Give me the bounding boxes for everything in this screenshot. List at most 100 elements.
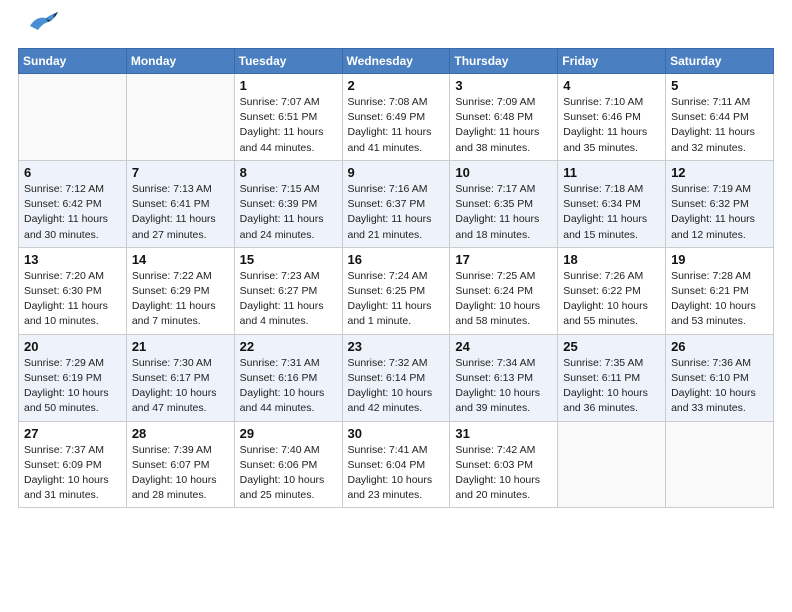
day-number: 29 <box>240 426 337 441</box>
day-info: Sunrise: 7:39 AM Sunset: 6:07 PM Dayligh… <box>132 443 229 504</box>
calendar-cell: 6 Sunrise: 7:12 AM Sunset: 6:42 PM Daylig… <box>19 160 127 247</box>
weekday-header: Friday <box>558 49 666 74</box>
weekday-header: Sunday <box>19 49 127 74</box>
day-info: Sunrise: 7:18 AM Sunset: 6:34 PM Dayligh… <box>563 182 660 243</box>
day-info: Sunrise: 7:30 AM Sunset: 6:17 PM Dayligh… <box>132 356 229 417</box>
day-info: Sunrise: 7:13 AM Sunset: 6:41 PM Dayligh… <box>132 182 229 243</box>
calendar-cell: 16 Sunrise: 7:24 AM Sunset: 6:25 PM Dayli… <box>342 247 450 334</box>
day-number: 5 <box>671 78 768 93</box>
calendar-cell: 30 Sunrise: 7:41 AM Sunset: 6:04 PM Dayli… <box>342 421 450 508</box>
calendar-cell: 25 Sunrise: 7:35 AM Sunset: 6:11 PM Dayli… <box>558 334 666 421</box>
day-info: Sunrise: 7:12 AM Sunset: 6:42 PM Dayligh… <box>24 182 121 243</box>
day-info: Sunrise: 7:35 AM Sunset: 6:11 PM Dayligh… <box>563 356 660 417</box>
day-number: 25 <box>563 339 660 354</box>
calendar-cell: 9 Sunrise: 7:16 AM Sunset: 6:37 PM Daylig… <box>342 160 450 247</box>
calendar-cell: 23 Sunrise: 7:32 AM Sunset: 6:14 PM Dayli… <box>342 334 450 421</box>
day-info: Sunrise: 7:25 AM Sunset: 6:24 PM Dayligh… <box>455 269 552 330</box>
day-number: 26 <box>671 339 768 354</box>
page: SundayMondayTuesdayWednesdayThursdayFrid… <box>0 0 792 518</box>
day-info: Sunrise: 7:29 AM Sunset: 6:19 PM Dayligh… <box>24 356 121 417</box>
day-info: Sunrise: 7:23 AM Sunset: 6:27 PM Dayligh… <box>240 269 337 330</box>
calendar-cell: 22Sunrise: 7:31 AM Sunset: 6:16 PM Dayli… <box>234 334 342 421</box>
day-number: 9 <box>348 165 445 180</box>
day-number: 15 <box>240 252 337 267</box>
day-number: 14 <box>132 252 229 267</box>
calendar-cell: 10 Sunrise: 7:17 AM Sunset: 6:35 PM Dayli… <box>450 160 558 247</box>
calendar-cell: 28 Sunrise: 7:39 AM Sunset: 6:07 PM Dayli… <box>126 421 234 508</box>
day-info: Sunrise: 7:26 AM Sunset: 6:22 PM Dayligh… <box>563 269 660 330</box>
calendar-cell: 1 Sunrise: 7:07 AM Sunset: 6:51 PM Daylig… <box>234 74 342 161</box>
calendar-cell: 26 Sunrise: 7:36 AM Sunset: 6:10 PM Dayli… <box>666 334 774 421</box>
day-number: 24 <box>455 339 552 354</box>
weekday-header: Tuesday <box>234 49 342 74</box>
weekday-row: SundayMondayTuesdayWednesdayThursdayFrid… <box>19 49 774 74</box>
day-number: 7 <box>132 165 229 180</box>
day-number: 13 <box>24 252 121 267</box>
day-info: Sunrise: 7:36 AM Sunset: 6:10 PM Dayligh… <box>671 356 768 417</box>
calendar-cell: 4 Sunrise: 7:10 AM Sunset: 6:46 PM Daylig… <box>558 74 666 161</box>
calendar-table: SundayMondayTuesdayWednesdayThursdayFrid… <box>18 48 774 508</box>
calendar-cell <box>19 74 127 161</box>
calendar-cell: 2Sunrise: 7:08 AM Sunset: 6:49 PM Daylig… <box>342 74 450 161</box>
calendar-cell: 31 Sunrise: 7:42 AM Sunset: 6:03 PM Dayli… <box>450 421 558 508</box>
day-number: 16 <box>348 252 445 267</box>
day-info: Sunrise: 7:19 AM Sunset: 6:32 PM Dayligh… <box>671 182 768 243</box>
day-info: Sunrise: 7:17 AM Sunset: 6:35 PM Dayligh… <box>455 182 552 243</box>
calendar-cell <box>666 421 774 508</box>
day-number: 10 <box>455 165 552 180</box>
day-info: Sunrise: 7:37 AM Sunset: 6:09 PM Dayligh… <box>24 443 121 504</box>
day-info: Sunrise: 7:10 AM Sunset: 6:46 PM Dayligh… <box>563 95 660 156</box>
day-info: Sunrise: 7:41 AM Sunset: 6:04 PM Dayligh… <box>348 443 445 504</box>
calendar-cell: 3 Sunrise: 7:09 AM Sunset: 6:48 PM Daylig… <box>450 74 558 161</box>
day-info: Sunrise: 7:11 AM Sunset: 6:44 PM Dayligh… <box>671 95 768 156</box>
weekday-header: Saturday <box>666 49 774 74</box>
logo <box>18 18 58 36</box>
calendar-cell: 7 Sunrise: 7:13 AM Sunset: 6:41 PM Daylig… <box>126 160 234 247</box>
day-info: Sunrise: 7:34 AM Sunset: 6:13 PM Dayligh… <box>455 356 552 417</box>
day-info: Sunrise: 7:09 AM Sunset: 6:48 PM Dayligh… <box>455 95 552 156</box>
day-number: 31 <box>455 426 552 441</box>
day-info: Sunrise: 7:31 AM Sunset: 6:16 PM Dayligh… <box>240 356 337 417</box>
day-number: 28 <box>132 426 229 441</box>
day-number: 19 <box>671 252 768 267</box>
day-number: 2 <box>348 78 445 93</box>
day-number: 18 <box>563 252 660 267</box>
day-info: Sunrise: 7:15 AM Sunset: 6:39 PM Dayligh… <box>240 182 337 243</box>
day-number: 8 <box>240 165 337 180</box>
day-number: 12 <box>671 165 768 180</box>
day-number: 17 <box>455 252 552 267</box>
day-number: 23 <box>348 339 445 354</box>
calendar-cell: 15 Sunrise: 7:23 AM Sunset: 6:27 PM Dayli… <box>234 247 342 334</box>
day-number: 6 <box>24 165 121 180</box>
day-number: 3 <box>455 78 552 93</box>
day-number: 4 <box>563 78 660 93</box>
day-info: Sunrise: 7:22 AM Sunset: 6:29 PM Dayligh… <box>132 269 229 330</box>
day-number: 21 <box>132 339 229 354</box>
calendar-cell: 11 Sunrise: 7:18 AM Sunset: 6:34 PM Dayli… <box>558 160 666 247</box>
calendar-cell <box>558 421 666 508</box>
day-info: Sunrise: 7:40 AM Sunset: 6:06 PM Dayligh… <box>240 443 337 504</box>
calendar-week-row: 1 Sunrise: 7:07 AM Sunset: 6:51 PM Daylig… <box>19 74 774 161</box>
calendar-body: 1 Sunrise: 7:07 AM Sunset: 6:51 PM Daylig… <box>19 74 774 508</box>
day-number: 27 <box>24 426 121 441</box>
day-info: Sunrise: 7:32 AM Sunset: 6:14 PM Dayligh… <box>348 356 445 417</box>
calendar-header: SundayMondayTuesdayWednesdayThursdayFrid… <box>19 49 774 74</box>
calendar-cell: 13Sunrise: 7:20 AM Sunset: 6:30 PM Dayli… <box>19 247 127 334</box>
weekday-header: Monday <box>126 49 234 74</box>
calendar-cell <box>126 74 234 161</box>
calendar-cell: 29 Sunrise: 7:40 AM Sunset: 6:06 PM Dayli… <box>234 421 342 508</box>
day-number: 11 <box>563 165 660 180</box>
day-number: 1 <box>240 78 337 93</box>
calendar-cell: 14 Sunrise: 7:22 AM Sunset: 6:29 PM Dayli… <box>126 247 234 334</box>
day-number: 30 <box>348 426 445 441</box>
day-info: Sunrise: 7:42 AM Sunset: 6:03 PM Dayligh… <box>455 443 552 504</box>
weekday-header: Wednesday <box>342 49 450 74</box>
calendar-cell: 8 Sunrise: 7:15 AM Sunset: 6:39 PM Daylig… <box>234 160 342 247</box>
day-info: Sunrise: 7:16 AM Sunset: 6:37 PM Dayligh… <box>348 182 445 243</box>
calendar-cell: 12 Sunrise: 7:19 AM Sunset: 6:32 PM Dayli… <box>666 160 774 247</box>
day-info: Sunrise: 7:07 AM Sunset: 6:51 PM Dayligh… <box>240 95 337 156</box>
calendar-cell: 18 Sunrise: 7:26 AM Sunset: 6:22 PM Dayli… <box>558 247 666 334</box>
calendar-cell: 20Sunrise: 7:29 AM Sunset: 6:19 PM Dayli… <box>19 334 127 421</box>
header <box>18 18 774 36</box>
day-info: Sunrise: 7:24 AM Sunset: 6:25 PM Dayligh… <box>348 269 445 330</box>
